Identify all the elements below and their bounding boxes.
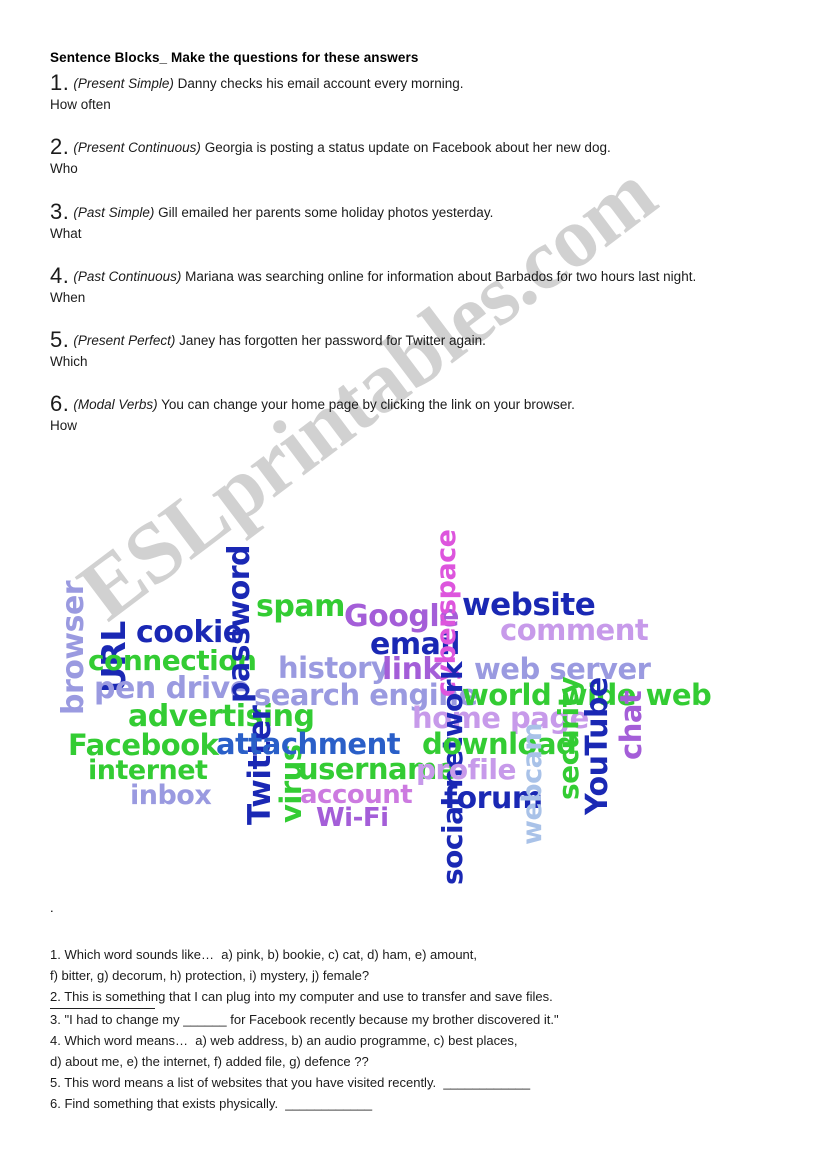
word-cloud-word: chat — [614, 690, 648, 760]
question-answer-starter[interactable]: How often — [50, 95, 750, 114]
bottom-question-line: 2. This is something that I can plug int… — [50, 989, 553, 1005]
worksheet-body: Sentence Blocks_ Make the questions for … — [50, 50, 750, 457]
question-answer-starter[interactable]: Which — [50, 352, 750, 371]
question-line: 6. (Modal Verbs) You can change your home… — [50, 390, 750, 435]
bottom-question-line: 3. "I had to change my ______ for Facebo… — [50, 1012, 559, 1028]
question-item: 2. (Present Continuous) Georgia is postin… — [50, 136, 750, 178]
question-item: 6. (Modal Verbs) You can change your home… — [50, 390, 750, 435]
question-line: 5. (Present Perfect) Janey has forgotten … — [50, 326, 750, 371]
word-cloud-word: browser — [56, 580, 91, 715]
question-answer-starter[interactable]: What — [50, 224, 750, 243]
stray-period: . — [50, 900, 54, 915]
word-cloud-word: Wi-Fi — [316, 803, 389, 833]
question-number: 3. — [50, 198, 70, 224]
bottom-question-line: 5. This word means a list of websites th… — [50, 1075, 531, 1091]
question-sentence: Mariana was searching online for informa… — [181, 268, 697, 284]
bottom-question-line: d) about me, e) the internet, f) added f… — [50, 1054, 369, 1070]
word-cloud-word: inbox — [130, 780, 212, 811]
question-number: 6. — [50, 390, 70, 416]
word-cloud-word: security — [552, 676, 585, 800]
question-sentence: You can change your home page by clickin… — [157, 396, 575, 412]
bottom-question-item: 4. Which word means… a) web address, b) … — [50, 1030, 760, 1072]
question-tense-label: (Present Simple) — [73, 76, 174, 92]
question-item: 1. (Present Simple) Danny checks his emai… — [50, 72, 750, 114]
word-cloud: browser URL cookie connection pen drive adver… — [50, 530, 750, 915]
question-line: 3. (Past Simple) Gill emailed her parents… — [50, 198, 750, 243]
question-tense-label: (Modal Verbs) — [73, 396, 158, 412]
word-cloud-word: Twitter — [242, 705, 278, 825]
bottom-question-item: 1. Which word sounds like… a) pink, b) b… — [50, 944, 760, 986]
question-tense-label: (Present Continuous) — [73, 140, 201, 156]
word-cloud-word: profile — [416, 753, 516, 786]
question-number: 1. — [50, 70, 70, 96]
question-number: 4. — [50, 262, 70, 288]
question-item: 3. (Past Simple) Gill emailed her parents… — [50, 198, 750, 243]
question-answer-starter[interactable]: When — [50, 288, 750, 307]
question-answer-starter[interactable]: Who — [50, 159, 750, 178]
worksheet-page: ESLprintables.com Sentence Blocks_ Make … — [0, 0, 826, 1169]
word-cloud-word: YouTube — [580, 677, 615, 815]
question-item: 5. (Present Perfect) Janey has forgotten … — [50, 326, 750, 371]
page-title: Sentence Blocks_ Make the questions for … — [50, 50, 419, 65]
question-answer-starter[interactable]: How — [50, 416, 750, 435]
bottom-question-item: 5. This word means a list of websites th… — [50, 1072, 760, 1093]
bottom-question-item: 6. Find something that exists physically… — [50, 1093, 760, 1114]
bottom-question-line: 4. Which word means… a) web address, b) … — [50, 1033, 518, 1049]
question-line: 2. (Present Continuous) Georgia is postin… — [50, 136, 750, 178]
question-tense-label: (Past Simple) — [73, 204, 155, 220]
question-sentence: Janey has forgotten her password for Twi… — [175, 332, 486, 348]
question-item: 4. (Past Continuous) Mariana was searchin… — [50, 262, 750, 307]
question-tense-label: (Past Continuous) — [73, 268, 182, 284]
question-number: 2. — [50, 134, 70, 160]
bottom-question-item: 3. "I had to change my ______ for Facebo… — [50, 1009, 760, 1030]
bottom-question-line: f) bitter, g) decorum, h) protection, i)… — [50, 968, 370, 984]
word-cloud-word: webcam — [517, 723, 548, 845]
question-line: 1. (Present Simple) Danny checks his emai… — [50, 72, 750, 114]
bottom-question-line: 6. Find something that exists physically… — [50, 1096, 373, 1112]
question-line: 4. (Past Continuous) Mariana was searchin… — [50, 262, 750, 307]
question-sentence: Danny checks his email account every mor… — [173, 76, 464, 92]
word-cloud-word: password — [222, 544, 257, 703]
word-cloud-word: spam — [256, 589, 345, 624]
question-list: 1. (Present Simple) Danny checks his emai… — [50, 72, 750, 435]
question-number: 5. — [50, 326, 70, 352]
bottom-question-item: 2. This is something that I can plug int… — [50, 986, 760, 1010]
bottom-question-list: 1. Which word sounds like… a) pink, b) b… — [50, 944, 760, 1114]
question-sentence: Georgia is posting a status update on Fa… — [200, 140, 611, 156]
question-sentence: Gill emailed her parents some holiday ph… — [154, 204, 494, 220]
question-tense-label: (Present Perfect) — [73, 332, 176, 348]
bottom-question-line: 1. Which word sounds like… a) pink, b) b… — [50, 947, 478, 962]
word-cloud-word: comment — [500, 613, 649, 647]
